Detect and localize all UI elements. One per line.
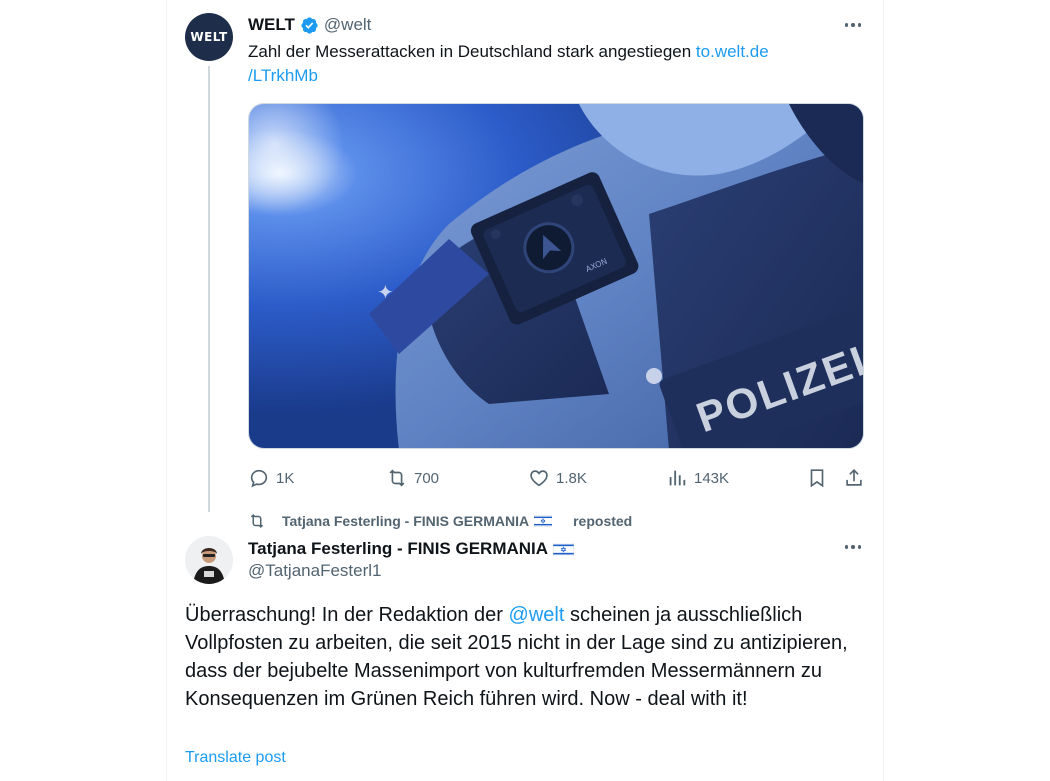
reply-text-start: Überraschung! In der Redaktion der [185,604,509,626]
bookmark-icon [810,469,824,488]
translate-post-link[interactable]: Translate post [185,749,286,767]
reply-author-header: Tatjana Festerling - FINIS GERMANIA [248,538,575,560]
heart-icon [530,470,548,487]
author-name[interactable]: WELT [248,15,295,35]
dot-icon [844,23,849,27]
israel-flag-icon [534,515,553,527]
article-link-continued[interactable]: /LTrkhMb [248,66,318,85]
israel-flag-icon [553,542,575,556]
original-tweet-header: WELT @welt [248,14,371,36]
share-icon [846,469,862,486]
views-count: 143K [694,469,730,487]
repost-button[interactable]: 700 [386,465,439,491]
views-icon [669,470,686,486]
tweet-body: Zahl der Messerattacken in Deutschland s… [248,42,696,61]
more-options-button[interactable] [840,15,866,35]
repost-count: 700 [414,469,440,487]
reply-author-name[interactable]: Tatjana Festerling - FINIS GERMANIA [248,539,548,559]
mention-link[interactable]: @welt [509,604,565,626]
tweet-action-bar: 1K 700 1.8K 143K [248,465,868,491]
reply-button[interactable]: 1K [248,465,294,491]
reply-count: 1K [276,469,295,487]
dot-icon [851,23,855,27]
share-button[interactable] [843,465,865,491]
reply-icon [250,469,268,488]
repost-icon [250,513,264,529]
more-options-button[interactable] [840,537,866,557]
tatjana-avatar[interactable] [185,536,233,584]
police-officer-image: ✦ AXON POLIZEI [249,104,863,448]
welt-avatar[interactable]: WELT [185,13,233,61]
like-button[interactable]: 1.8K [528,465,587,491]
views-button[interactable]: 143K [666,465,729,491]
reply-author-handle[interactable]: @TatjanaFesterl1 [248,561,382,581]
dot-icon [857,545,862,549]
reposted-label: reposted [573,513,633,529]
reply-tweet-text: Überraschung! In der Redaktion der @welt… [185,601,855,713]
verified-badge-icon [301,16,318,34]
dot-icon [844,545,849,549]
profile-photo [185,536,233,584]
original-tweet-text: Zahl der Messerattacken in Deutschland s… [248,40,848,88]
dot-icon [851,545,855,549]
svg-text:✦: ✦ [377,280,394,304]
author-handle[interactable]: @welt [324,15,372,35]
article-link[interactable]: to.welt.de [696,42,769,61]
tweet-image[interactable]: ✦ AXON POLIZEI [248,103,864,449]
welt-avatar-logo: WELT [190,30,228,44]
thread-connector-line [208,66,210,512]
reposter-name: Tatjana Festerling - FINIS GERMANIA [282,513,530,529]
repost-icon [389,469,405,487]
dot-icon [857,23,862,27]
bookmark-button[interactable] [806,465,828,491]
like-count: 1.8K [556,469,587,487]
repost-indicator[interactable]: Tatjana Festerling - FINIS GERMANIA repo… [248,512,632,530]
